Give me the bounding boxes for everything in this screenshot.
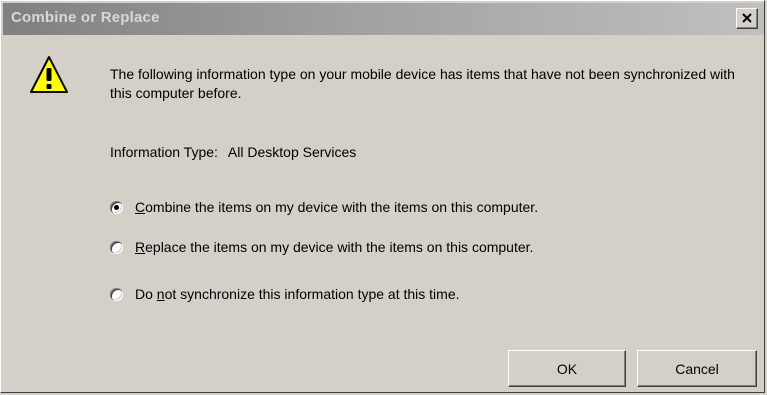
option-do-not-synchronize-label: Do not synchronize this information type…: [135, 286, 460, 302]
combine-or-replace-dialog: Combine or Replace The following informa…: [0, 0, 765, 393]
ok-button[interactable]: OK: [508, 350, 626, 387]
option-combine-label: Combine the items on my device with the …: [135, 199, 539, 215]
option-combine[interactable]: Combine the items on my device with the …: [110, 197, 538, 217]
information-type-label: Information Type:: [110, 144, 218, 160]
radio-combine[interactable]: [110, 200, 123, 214]
close-icon: [742, 13, 752, 23]
window-title: Combine or Replace: [11, 9, 160, 26]
option-replace[interactable]: Replace the items on my device with the …: [110, 237, 533, 257]
option-do-not-synchronize[interactable]: Do not synchronize this information type…: [110, 284, 460, 304]
information-type-row: Information Type: All Desktop Services: [110, 144, 356, 160]
cancel-button[interactable]: Cancel: [637, 350, 757, 387]
option-replace-label: Replace the items on my device with the …: [135, 239, 534, 255]
close-button[interactable]: [736, 8, 758, 29]
information-type-value: All Desktop Services: [227, 144, 357, 160]
radio-do-not-synchronize[interactable]: [110, 287, 123, 301]
radio-replace[interactable]: [110, 240, 123, 254]
title-bar[interactable]: Combine or Replace: [3, 3, 764, 35]
message-text: The following information type on your m…: [110, 66, 735, 101]
warning-icon: [30, 56, 68, 93]
